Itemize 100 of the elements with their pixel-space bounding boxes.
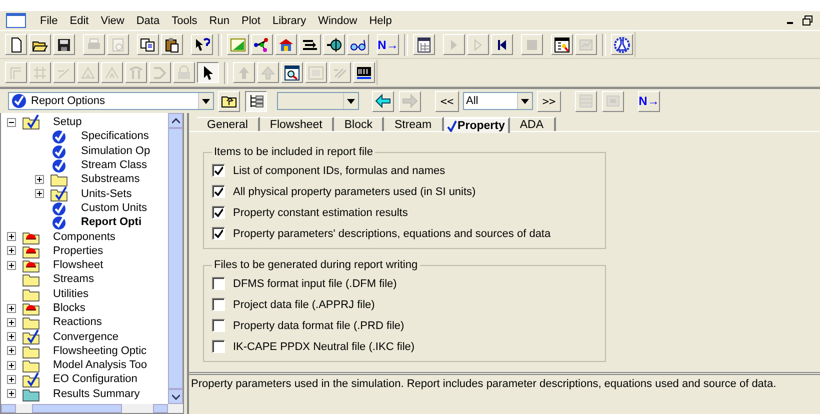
tree-item[interactable]: Flowsheet (52, 259, 104, 272)
tree-item[interactable]: Custom Units (80, 202, 148, 214)
collapse-icon[interactable] (7, 118, 16, 127)
tree-item[interactable]: Results Summary (52, 388, 141, 400)
expand-icon[interactable] (7, 389, 16, 398)
filter-combo[interactable]: All (463, 92, 533, 110)
up-arrow-icon (236, 64, 252, 80)
tree-item[interactable]: Specifications (80, 130, 150, 142)
check-circle-icon (50, 128, 68, 144)
checkbox[interactable] (212, 319, 225, 332)
magnifier-window-icon (284, 64, 300, 80)
tree-view-button[interactable] (245, 90, 267, 112)
checkbox[interactable] (212, 277, 225, 290)
checkbox[interactable] (212, 227, 225, 240)
tree-item[interactable]: Blocks (52, 302, 86, 314)
tab[interactable]: Block (334, 117, 384, 131)
dropdown-arrow-icon[interactable] (521, 98, 529, 104)
next-form-button[interactable]: >> (537, 90, 561, 112)
menu-item[interactable]: Run (203, 14, 236, 26)
tab[interactable]: ADA (510, 117, 556, 131)
tree-item[interactable]: Streams (52, 273, 95, 286)
corner-frame-icon (8, 64, 24, 80)
chart-window-icon (578, 36, 594, 52)
tree-item[interactable]: Stream Class (80, 159, 148, 172)
check-circle-icon (50, 157, 68, 174)
expand-icon[interactable] (7, 374, 16, 384)
checkbox[interactable] (212, 164, 225, 177)
lock-icon (176, 64, 192, 80)
menu-item[interactable]: Data (130, 14, 166, 26)
menu-item[interactable]: Library (266, 14, 312, 26)
expand-icon[interactable] (7, 346, 16, 356)
tree-item[interactable]: Properties (52, 244, 104, 257)
checkbox-label: Project data file (.APPRJ file) (233, 298, 375, 310)
tree-item[interactable]: Units-Sets (80, 188, 133, 200)
group-title: Items to be included in report file (213, 146, 374, 158)
checkbox[interactable] (212, 185, 225, 198)
scroll-down-icon[interactable] (172, 394, 180, 400)
expand-icon[interactable] (7, 232, 16, 242)
checked-folder-icon (22, 328, 40, 345)
checkbox[interactable] (212, 206, 225, 219)
expand-icon[interactable] (7, 360, 16, 370)
tree-item[interactable]: Flowsheeting Optic (52, 344, 148, 357)
tab[interactable]: Flowsheet (260, 117, 334, 131)
expand-icon[interactable] (7, 260, 16, 270)
menu-item[interactable]: File (34, 14, 64, 26)
horizontal-scrollbar[interactable] (1, 404, 183, 413)
checkbox[interactable] (212, 340, 225, 353)
checkbox[interactable] (212, 298, 225, 311)
checkbox-label: Property data format file (.PRD file) (233, 320, 404, 332)
expand-icon[interactable] (7, 318, 16, 327)
menu-item[interactable]: Edit (64, 14, 95, 26)
checkbox-label: IK-CAPE PPDX Neutral file (.IKC file) (233, 340, 415, 352)
checked-folder-icon (22, 372, 40, 388)
next-button[interactable]: N→ (377, 34, 399, 55)
form-selector[interactable]: Report Options (8, 92, 214, 110)
flask-icon (614, 36, 630, 52)
tree-item[interactable]: Convergence (52, 330, 120, 343)
tree-item[interactable]: Report Opti (80, 216, 142, 228)
expand-icon[interactable] (7, 304, 16, 312)
paste-icon (164, 36, 180, 52)
forward-arrow-icon (402, 93, 418, 109)
menu-item[interactable]: Plot (235, 14, 266, 26)
tree-item[interactable]: Reactions (52, 316, 103, 328)
menu-item[interactable]: Tools (166, 14, 204, 26)
toolbar-button[interactable] (197, 62, 219, 83)
expand-icon[interactable] (35, 189, 44, 198)
back-button[interactable] (372, 90, 394, 112)
checkbox-label: All physical property parameters used (in SI units) (233, 186, 476, 198)
dropdown-arrow-icon[interactable] (202, 98, 210, 104)
expand-icon[interactable] (35, 174, 44, 184)
tree-item[interactable]: Model Analysis Too (52, 359, 148, 372)
checked-folder-icon (22, 114, 40, 130)
tree-item[interactable]: Substreams (80, 173, 141, 186)
expand-icon[interactable] (7, 246, 16, 256)
window-icon (605, 93, 621, 109)
expand-icon[interactable] (7, 332, 16, 342)
scroll-up-icon[interactable] (172, 118, 180, 124)
next-button[interactable]: N→ (638, 90, 660, 112)
checkbox-label: List of component IDs, formulas and names (233, 164, 446, 176)
tab[interactable]: General (197, 117, 260, 131)
tree-item[interactable]: Components (52, 230, 116, 243)
check-circle-icon (50, 142, 68, 159)
dropdown-arrow-icon[interactable] (347, 98, 355, 104)
menu-item[interactable]: Window (312, 14, 364, 26)
menu-item[interactable]: View (94, 14, 130, 26)
check-icon (446, 120, 457, 132)
folder-up-button[interactable] (218, 90, 240, 112)
tree-item[interactable]: Simulation Op (80, 144, 152, 157)
grid-icon (32, 64, 48, 80)
tree-item[interactable]: Utilities (52, 288, 90, 300)
tab[interactable]: Property (444, 117, 510, 133)
tree-item[interactable]: EO Configuration (52, 373, 138, 386)
checked-folder-icon (50, 186, 68, 202)
tree-item[interactable]: Setup (52, 116, 83, 128)
vertical-scrollbar[interactable] (168, 113, 183, 404)
previous-button[interactable]: << (435, 90, 459, 112)
menu-item[interactable]: Help (363, 14, 398, 26)
help-pointer-icon (194, 36, 210, 52)
building-icon (278, 36, 294, 52)
results-icon (554, 36, 570, 52)
